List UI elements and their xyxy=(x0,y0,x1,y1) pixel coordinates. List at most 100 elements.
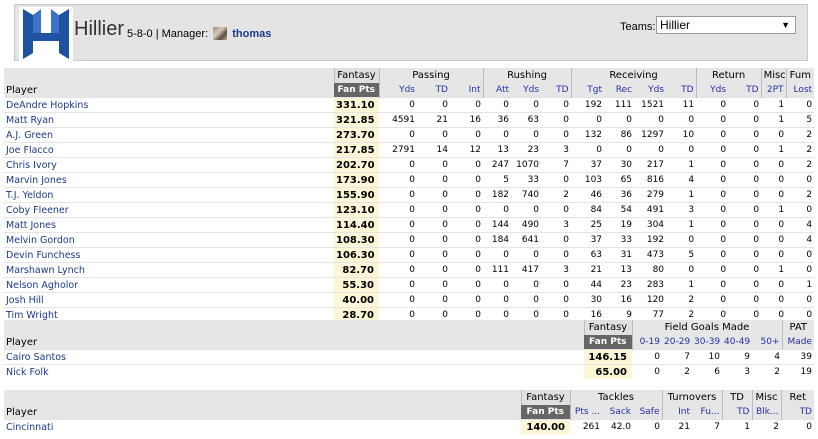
column-header-fan-pts[interactable]: Fan Pts xyxy=(521,405,570,420)
player-name-link[interactable]: Josh Hill xyxy=(4,292,334,308)
column-header-pass-yds[interactable]: Yds xyxy=(378,83,417,98)
player-name-link[interactable]: Cincinnati xyxy=(4,419,521,434)
stat-cell: 120 xyxy=(634,292,667,308)
column-header-rec-td[interactable]: TD xyxy=(666,83,697,98)
stat-cell: 0 xyxy=(696,202,729,218)
stat-cell: 0 xyxy=(728,127,762,143)
column-header-rec-rec[interactable]: Rec xyxy=(604,83,635,98)
teams-select[interactable]: Hillier ▼ xyxy=(656,16,796,34)
column-header-ret-td[interactable]: TD xyxy=(780,405,814,420)
kickers-table: Fantasy Field Goals Made PAT Player Fan … xyxy=(4,320,814,379)
stat-cell: 0 xyxy=(541,127,572,143)
stat-cell: 16 xyxy=(450,112,484,128)
player-name-link[interactable]: Marvin Jones xyxy=(4,172,334,188)
group-header-rushing: Rushing xyxy=(482,68,572,83)
stat-cell: 1070 xyxy=(511,157,542,173)
group-header-misc: Misc xyxy=(751,390,781,405)
column-header-fan-pts[interactable]: Fan Pts xyxy=(584,335,632,350)
stat-cell: 0 xyxy=(450,217,484,233)
stat-cell: 42.0 xyxy=(602,419,633,434)
column-header-misc-2pt[interactable]: 2PT xyxy=(760,83,787,98)
fan-pts-cell: 108.30 xyxy=(334,232,379,248)
player-name-link[interactable]: Nelson Agholor xyxy=(4,277,334,293)
stat-cell: 0 xyxy=(728,277,762,293)
stat-cell: 0 xyxy=(541,247,572,263)
column-header-fg-0-19[interactable]: 0-19 xyxy=(631,335,662,350)
column-header-ret-td[interactable]: TD xyxy=(728,83,762,98)
column-header-rush-att[interactable]: Att xyxy=(482,83,512,98)
column-header-sack[interactable]: Sack xyxy=(602,405,633,420)
stat-cell: 1 xyxy=(761,202,787,218)
fan-pts-cell: 321.85 xyxy=(334,112,379,128)
stat-cell: 30 xyxy=(571,292,605,308)
stat-cell: 4 xyxy=(666,172,697,188)
column-header-pass-int[interactable]: Int xyxy=(450,83,484,98)
player-name-link[interactable]: Melvin Gordon xyxy=(4,232,334,248)
player-name-link[interactable]: Cairo Santos xyxy=(4,349,584,365)
stat-cell: 23 xyxy=(511,142,542,158)
column-header-pts-allowed[interactable]: Pts ... xyxy=(569,405,602,420)
player-name-link[interactable]: Marshawn Lynch xyxy=(4,262,334,278)
column-header-rush-td[interactable]: TD xyxy=(541,83,572,98)
column-header-safe[interactable]: Safe xyxy=(633,405,662,420)
player-name-link[interactable]: Joe Flacco xyxy=(4,142,334,158)
stat-cell: 0 xyxy=(761,157,787,173)
column-header-fum-rec[interactable]: Fu... xyxy=(692,405,722,420)
player-name-link[interactable]: Matt Ryan xyxy=(4,112,334,128)
stat-cell: 0 xyxy=(483,292,512,308)
stat-cell: 0 xyxy=(417,262,450,278)
column-header-fum-lost[interactable]: Lost xyxy=(785,83,815,98)
player-name-link[interactable]: T.J. Yeldon xyxy=(4,187,334,203)
kickers-table-body: Cairo Santos 146.15 0 7 10 9 4 39 Nick Folk 65.00… xyxy=(4,349,814,379)
stat-cell: 0 xyxy=(541,232,572,248)
fan-pts-cell: 155.90 xyxy=(334,187,379,203)
column-header-pat-made[interactable]: Made xyxy=(781,335,814,350)
column-header-blk[interactable]: Blk... xyxy=(751,405,781,420)
column-header-def-int[interactable]: Int xyxy=(661,405,692,420)
stat-cell: 14 xyxy=(417,142,450,158)
player-name-link[interactable]: Chris Ivory xyxy=(4,157,334,173)
column-header-pass-td[interactable]: TD xyxy=(417,83,450,98)
stat-cell: 0 xyxy=(450,127,484,143)
column-header-fg-50-plus[interactable]: 50+ xyxy=(752,335,782,350)
column-header-fg-30-39[interactable]: 30-39 xyxy=(692,335,722,350)
stat-cell: 0 xyxy=(696,217,729,233)
column-header-ret-yds[interactable]: Yds xyxy=(695,83,729,98)
stat-cell: 5 xyxy=(483,172,512,188)
stat-cell: 7 xyxy=(662,349,692,365)
stat-cell: 84 xyxy=(571,202,605,218)
stat-cell: 21 xyxy=(417,112,450,128)
player-name-link[interactable]: Devin Funchess xyxy=(4,247,334,263)
player-name-link[interactable]: Coby Fleener xyxy=(4,202,334,218)
player-name-link[interactable]: Matt Jones xyxy=(4,217,334,233)
player-name-link[interactable]: DeAndre Hopkins xyxy=(4,97,334,113)
stat-cell: 0 xyxy=(450,247,484,263)
stat-cell: 1 xyxy=(761,112,787,128)
stat-cell: 16 xyxy=(604,292,635,308)
manager-link[interactable]: thomas xyxy=(232,28,271,40)
column-header-fg-20-29[interactable]: 20-29 xyxy=(662,335,692,350)
column-header-fg-40-49[interactable]: 40-49 xyxy=(722,335,752,350)
fan-pts-cell: 114.40 xyxy=(334,217,379,233)
player-name-link[interactable]: Nick Folk xyxy=(4,364,584,379)
stat-cell: 0 xyxy=(696,97,729,113)
column-header-rec-tgt[interactable]: Tgt xyxy=(570,83,605,98)
fan-pts-cell: 217.85 xyxy=(334,142,379,158)
stat-cell: 283 xyxy=(634,277,667,293)
column-header-fan-pts[interactable]: Fan Pts xyxy=(334,83,379,98)
stat-cell: 0 xyxy=(450,187,484,203)
stat-cell: 0 xyxy=(541,202,572,218)
column-header-rec-yds[interactable]: Yds xyxy=(634,83,667,98)
stat-cell: 0 xyxy=(786,262,815,278)
stat-cell: 5 xyxy=(786,112,815,128)
column-header-rush-yds[interactable]: Yds xyxy=(511,83,542,98)
dropdown-arrow-icon: ▼ xyxy=(781,20,790,30)
stat-cell: 0 xyxy=(483,202,512,218)
stat-cell: 261 xyxy=(570,419,602,434)
table-row: Marshawn Lynch 82.70 0 0 0 111 417 3 21 13 80 0 0 0 1 0 xyxy=(4,262,815,278)
fan-pts-cell: 273.70 xyxy=(334,127,379,143)
player-name-link[interactable]: A.J. Green xyxy=(4,127,334,143)
stat-cell: 4 xyxy=(786,232,815,248)
column-header-def-td[interactable]: TD xyxy=(721,405,752,420)
stat-cell: 13 xyxy=(483,142,512,158)
